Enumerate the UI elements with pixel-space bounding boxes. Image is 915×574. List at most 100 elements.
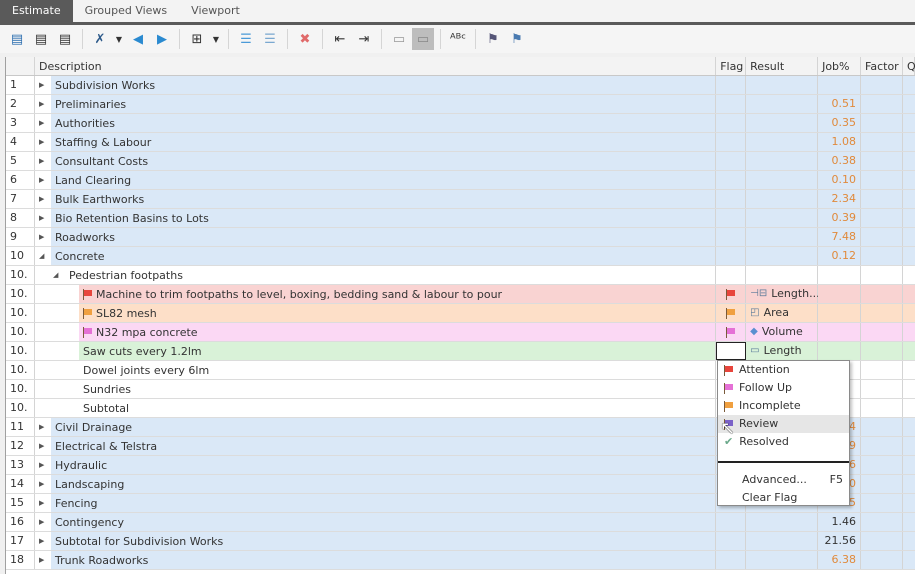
factor-cell[interactable] <box>861 475 903 493</box>
expand-icon[interactable]: ▶ <box>39 209 44 227</box>
flag-cell[interactable] <box>716 171 747 189</box>
result-cell[interactable] <box>746 171 819 189</box>
menu-item-attention[interactable]: Attention <box>718 361 849 379</box>
flag-cell[interactable] <box>716 551 747 569</box>
description-cell[interactable]: ▶ Trunk Roadworks <box>35 551 717 569</box>
description-cell[interactable]: ▶ Civil Drainage <box>35 418 717 436</box>
expand-icon[interactable]: ▶ <box>39 190 44 208</box>
q-cell[interactable] <box>903 266 915 284</box>
description-cell[interactable]: ▶ Subtotal for Subdivision Works <box>35 532 717 550</box>
factor-cell[interactable] <box>861 342 903 360</box>
collapse-icon[interactable]: ◢ <box>39 247 44 265</box>
result-cell[interactable] <box>746 152 819 170</box>
spell-check-icon[interactable]: ᴬᴮᶜ <box>447 28 469 50</box>
expand-icon[interactable]: ▶ <box>39 513 44 531</box>
description-cell[interactable]: ▶ Landscaping <box>35 475 717 493</box>
flag-redo-icon[interactable]: ⚑ <box>506 28 528 50</box>
table-row[interactable]: 6 ▶ Land Clearing 0.10 <box>6 171 915 190</box>
table-row[interactable]: 10 ◢ Concrete 0.12 <box>6 247 915 266</box>
description-cell[interactable]: ▶ Fencing <box>35 494 717 512</box>
factor-cell[interactable] <box>861 95 903 113</box>
factor-cell[interactable] <box>861 190 903 208</box>
table-row[interactable]: 10. N32 mpa concrete ◆ Volume <box>6 323 915 342</box>
table-row[interactable]: 9 ▶ Roadworks 7.48 <box>6 228 915 247</box>
column-header-result[interactable]: Result <box>746 57 819 75</box>
table-row[interactable]: 5 ▶ Consultant Costs 0.38 <box>6 152 915 171</box>
table-row[interactable]: 7 ▶ Bulk Earthworks 2.34 <box>6 190 915 209</box>
insert-below-icon[interactable]: ☰ <box>259 28 281 50</box>
column-header-job-percent[interactable]: Job% <box>818 57 862 75</box>
factor-cell[interactable] <box>861 456 903 474</box>
q-cell[interactable] <box>903 361 915 379</box>
factor-cell[interactable] <box>861 437 903 455</box>
description-cell[interactable]: ◢ Concrete <box>35 247 717 265</box>
factor-cell[interactable] <box>861 266 903 284</box>
description-cell[interactable]: ▶ Land Clearing <box>35 171 717 189</box>
tools-icon[interactable]: ✗ <box>89 28 111 50</box>
description-cell[interactable]: N32 mpa concrete <box>35 323 717 341</box>
q-cell[interactable] <box>903 456 915 474</box>
flag-cell[interactable] <box>716 209 747 227</box>
result-cell[interactable] <box>746 76 819 94</box>
flag-cell[interactable] <box>716 532 747 550</box>
q-cell[interactable] <box>903 76 915 94</box>
menu-item-clear-flag[interactable]: Clear Flag <box>718 489 849 507</box>
q-cell[interactable] <box>903 190 915 208</box>
table-row[interactable]: 10. ◢ Pedestrian footpaths <box>6 266 915 285</box>
factor-cell[interactable] <box>861 551 903 569</box>
factor-cell[interactable] <box>861 418 903 436</box>
q-cell[interactable] <box>903 342 915 360</box>
flag-cell[interactable] <box>716 228 747 246</box>
dropdown-arrow-icon[interactable]: ▼ <box>210 35 222 44</box>
flag-cell[interactable] <box>716 95 747 113</box>
next-icon[interactable]: ▶ <box>151 28 173 50</box>
expand-icon[interactable]: ▶ <box>39 228 44 246</box>
factor-cell[interactable] <box>861 399 903 417</box>
expand-icon[interactable]: ▶ <box>39 418 44 436</box>
q-cell[interactable] <box>903 247 915 265</box>
q-cell[interactable] <box>903 171 915 189</box>
result-cell[interactable]: ⊣⊟ Length... <box>746 285 820 303</box>
menu-item-resolved[interactable]: ✔ Resolved <box>718 433 849 451</box>
q-cell[interactable] <box>903 380 915 398</box>
q-cell[interactable] <box>903 494 915 512</box>
result-cell[interactable] <box>746 551 819 569</box>
q-cell[interactable] <box>903 437 915 455</box>
factor-cell[interactable] <box>861 361 903 379</box>
factor-cell[interactable] <box>861 133 903 151</box>
column-header-q[interactable]: Q <box>903 57 915 75</box>
factor-cell[interactable] <box>861 323 903 341</box>
q-cell[interactable] <box>903 304 915 322</box>
table-row[interactable]: 3 ▶ Authorities 0.35 <box>6 114 915 133</box>
result-cell[interactable] <box>746 266 819 284</box>
result-cell[interactable] <box>746 247 819 265</box>
q-cell[interactable] <box>903 152 915 170</box>
description-cell[interactable]: ▶ Preliminaries <box>35 95 717 113</box>
flag-pin-icon[interactable]: ⚑ <box>482 28 504 50</box>
tree-icon[interactable]: ⊞ <box>186 28 208 50</box>
description-cell[interactable]: SL82 mesh <box>35 304 717 322</box>
menu-item-advanced[interactable]: Advanced... F5 <box>718 471 849 489</box>
description-cell[interactable]: Subtotal <box>35 399 717 417</box>
description-cell[interactable]: ▶ Authorities <box>35 114 717 132</box>
table-row[interactable]: 2 ▶ Preliminaries 0.51 <box>6 95 915 114</box>
outdent-icon[interactable]: ⇤ <box>329 28 351 50</box>
layout-2-icon[interactable]: ▤ <box>30 28 52 50</box>
menu-item-review[interactable]: Review <box>718 415 849 433</box>
description-cell[interactable]: ▶ Hydraulic <box>35 456 717 474</box>
result-cell[interactable] <box>746 209 819 227</box>
flag-cell[interactable] <box>716 247 747 265</box>
description-cell[interactable]: ▶ Consultant Costs <box>35 152 717 170</box>
flag-cell[interactable] <box>716 152 747 170</box>
flag-cell[interactable] <box>716 133 747 151</box>
q-cell[interactable] <box>903 114 915 132</box>
previous-icon[interactable]: ◀ <box>127 28 149 50</box>
expand-icon[interactable]: ▶ <box>39 152 44 170</box>
ungroup-icon[interactable]: ▭ <box>412 28 434 50</box>
factor-cell[interactable] <box>861 76 903 94</box>
description-cell[interactable]: ▶ Bio Retention Basins to Lots <box>35 209 717 227</box>
collapse-icon[interactable]: ◢ <box>53 266 58 284</box>
description-cell[interactable]: ▶ Subdivision Works <box>35 76 717 94</box>
flag-cell[interactable] <box>716 342 747 360</box>
q-cell[interactable] <box>903 323 915 341</box>
